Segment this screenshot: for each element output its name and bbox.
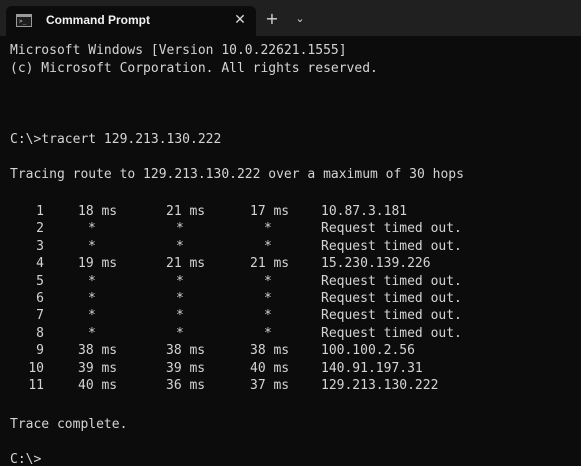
rtt-2: * <box>176 221 184 237</box>
hop-number: 1 <box>36 204 44 219</box>
hop-host: 140.91.197.31 <box>321 360 423 376</box>
rtt-1: 18 ms <box>78 204 118 219</box>
hop-host: Request timed out. <box>321 221 462 237</box>
hop-host: Request timed out. <box>321 308 462 324</box>
hop-number: 3 <box>36 238 44 254</box>
tab-title: Command Prompt <box>46 13 151 27</box>
hop-host: Request timed out. <box>321 238 462 254</box>
hop-row: 8 * * * Request timed out. <box>0 325 581 342</box>
copyright-line: (c) Microsoft Corporation. All rights re… <box>10 61 378 76</box>
hop-row: 7 * * * Request timed out. <box>0 307 581 324</box>
rtt-2: * <box>176 325 184 341</box>
hop-row: 6 * * * Request timed out. <box>0 290 581 307</box>
rtt-1: 40 ms <box>78 378 118 393</box>
console-output[interactable]: Microsoft Windows [Version 10.0.22621.15… <box>0 36 581 466</box>
rtt-2: 21 ms <box>166 204 206 219</box>
close-icon[interactable]: ✕ <box>230 10 250 30</box>
hop-host: 129.213.130.222 <box>321 378 439 393</box>
new-tab-button[interactable]: + <box>262 9 282 29</box>
rtt-3: 40 ms <box>250 360 290 376</box>
hop-number: 6 <box>36 291 44 306</box>
rtt-2: 38 ms <box>166 343 206 359</box>
rtt-1: 38 ms <box>78 343 118 359</box>
rtt-3: * <box>264 238 272 254</box>
rtt-3: * <box>264 325 272 341</box>
rtt-3: 38 ms <box>250 343 290 359</box>
rtt-1: * <box>88 273 96 289</box>
hop-host: 100.100.2.56 <box>321 343 415 359</box>
hop-row: 2 * * * Request timed out. <box>0 220 581 237</box>
rtt-1: * <box>88 291 96 306</box>
hop-number: 2 <box>36 221 44 237</box>
hop-row: 5 * * * Request timed out. <box>0 273 581 290</box>
hop-number: 9 <box>36 343 44 359</box>
tab-strip: >_ Command Prompt ✕ + ⌄ <box>0 0 581 36</box>
rtt-2: * <box>176 273 184 289</box>
rtt-1: * <box>88 325 96 341</box>
rtt-2: * <box>176 291 184 306</box>
hop-number: 8 <box>36 325 44 341</box>
rtt-1: 19 ms <box>78 256 118 272</box>
rtt-1: * <box>88 308 96 324</box>
prompt-line[interactable]: C:\> <box>10 451 49 466</box>
rtt-2: 21 ms <box>166 256 206 272</box>
hop-host: Request timed out. <box>321 325 462 341</box>
hop-row: 1 18 ms 21 ms 17 ms 10.87.3.181 <box>0 203 581 220</box>
tab-command-prompt[interactable]: >_ Command Prompt ✕ <box>6 6 256 36</box>
rtt-1: * <box>88 221 96 237</box>
hop-number: 10 <box>28 360 44 376</box>
rtt-3: * <box>264 273 272 289</box>
version-line: Microsoft Windows [Version 10.0.22621.15… <box>10 43 347 58</box>
cmd-icon: >_ <box>16 14 32 27</box>
rtt-3: * <box>264 221 272 237</box>
hop-row: 3 * * * Request timed out. <box>0 238 581 255</box>
rtt-3: 21 ms <box>250 256 290 272</box>
rtt-3: 37 ms <box>250 378 290 393</box>
rtt-2: * <box>176 238 184 254</box>
hop-host: Request timed out. <box>321 273 462 289</box>
rtt-2: 39 ms <box>166 360 206 376</box>
rtt-2: 36 ms <box>166 378 206 393</box>
trace-complete-line: Trace complete. <box>10 417 128 432</box>
command-prompt-window: >_ Command Prompt ✕ + ⌄ Microsoft Window… <box>0 0 581 466</box>
rtt-1: 39 ms <box>78 360 118 376</box>
hop-host: 10.87.3.181 <box>321 204 408 219</box>
hop-row: 4 19 ms 21 ms 21 ms 15.230.139.226 <box>0 255 581 272</box>
hop-host: 15.230.139.226 <box>321 256 431 272</box>
hop-host: Request timed out. <box>321 291 462 306</box>
hop-row: 9 38 ms 38 ms 38 ms 100.100.2.56 <box>0 342 581 359</box>
rtt-3: * <box>264 308 272 324</box>
tracing-line: Tracing route to 129.213.130.222 over a … <box>10 167 464 182</box>
hop-row: 10 39 ms 39 ms 40 ms 140.91.197.31 <box>0 360 581 377</box>
hop-number: 11 <box>28 378 44 393</box>
hop-number: 5 <box>36 273 44 289</box>
rtt-3: 17 ms <box>250 204 290 219</box>
hop-number: 4 <box>36 256 44 272</box>
rtt-1: * <box>88 238 96 254</box>
hop-number: 7 <box>36 308 44 324</box>
chevron-down-icon[interactable]: ⌄ <box>292 9 308 29</box>
hop-row: 11 40 ms 36 ms 37 ms 129.213.130.222 <box>0 377 581 394</box>
prompt-text: C:\> <box>10 452 42 466</box>
command-line: C:\>tracert 129.213.130.222 <box>10 132 222 147</box>
rtt-3: * <box>264 291 272 306</box>
rtt-2: * <box>176 308 184 324</box>
